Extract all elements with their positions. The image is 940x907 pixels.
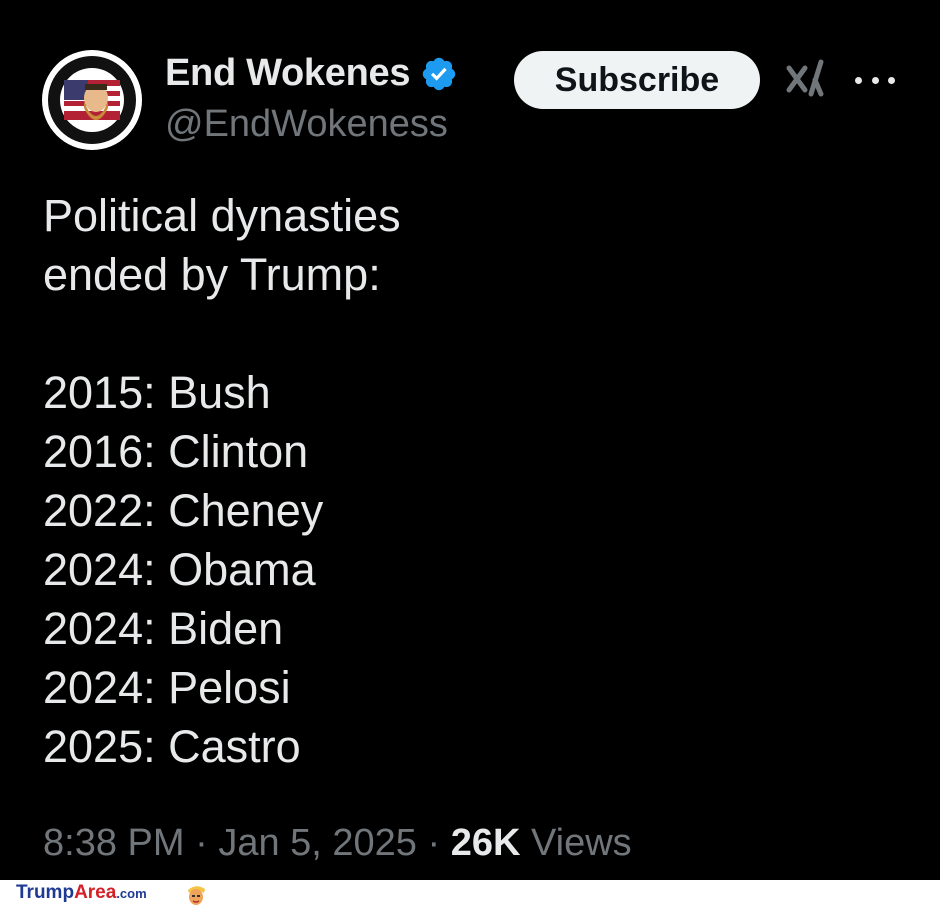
list-item: 2022: Cheney bbox=[43, 485, 324, 536]
list-item: 2024: Biden bbox=[43, 603, 284, 654]
more-dot bbox=[888, 76, 895, 84]
list-item: 2024: Obama bbox=[43, 544, 316, 595]
text-line: Political dynasties bbox=[43, 190, 401, 241]
tweet-date[interactable]: Jan 5, 2025 bbox=[218, 822, 417, 864]
text-line: ended by Trump: bbox=[43, 249, 381, 300]
list-item: 2015: Bush bbox=[43, 367, 271, 418]
subscribe-button[interactable]: Subscribe bbox=[514, 51, 760, 109]
tweet-meta: 8:38 PM · Jan 5, 2025 · 26K Views bbox=[43, 822, 632, 865]
meta-separator: · bbox=[195, 822, 219, 864]
verified-badge-icon bbox=[422, 57, 456, 90]
name-row: End Wokenes bbox=[165, 52, 458, 95]
avatar-image bbox=[43, 51, 141, 149]
tweet-text: Political dynasties ended by Trump: 2015… bbox=[43, 186, 401, 776]
grok-icon[interactable] bbox=[785, 58, 827, 100]
avatar[interactable] bbox=[42, 50, 142, 150]
more-dot bbox=[871, 76, 879, 84]
watermark-trump: Trump bbox=[16, 882, 75, 903]
display-name[interactable]: End Wokenes bbox=[165, 52, 410, 95]
watermark-bar: TrumpArea.com bbox=[0, 880, 940, 907]
meta-separator: · bbox=[427, 822, 451, 864]
handle[interactable]: @EndWokeness bbox=[165, 103, 448, 146]
views-label: Views bbox=[530, 822, 632, 864]
tweet-time[interactable]: 8:38 PM bbox=[43, 822, 185, 864]
list-item: 2016: Clinton bbox=[43, 426, 309, 477]
watermark-area: Area bbox=[74, 882, 117, 903]
list-item: 2025: Castro bbox=[43, 721, 301, 772]
tweet-card: End Wokenes @EndWokeness Subscribe Polit… bbox=[0, 0, 940, 880]
more-icon[interactable] bbox=[855, 60, 895, 100]
watermark-logo: TrumpArea.com bbox=[16, 882, 147, 904]
trump-face-icon bbox=[188, 886, 205, 905]
more-dot bbox=[855, 76, 862, 84]
watermark-dotcom: .com bbox=[116, 886, 147, 901]
views-count: 26K bbox=[450, 822, 521, 864]
list-item: 2024: Pelosi bbox=[43, 662, 291, 713]
text-spacer bbox=[43, 304, 401, 363]
